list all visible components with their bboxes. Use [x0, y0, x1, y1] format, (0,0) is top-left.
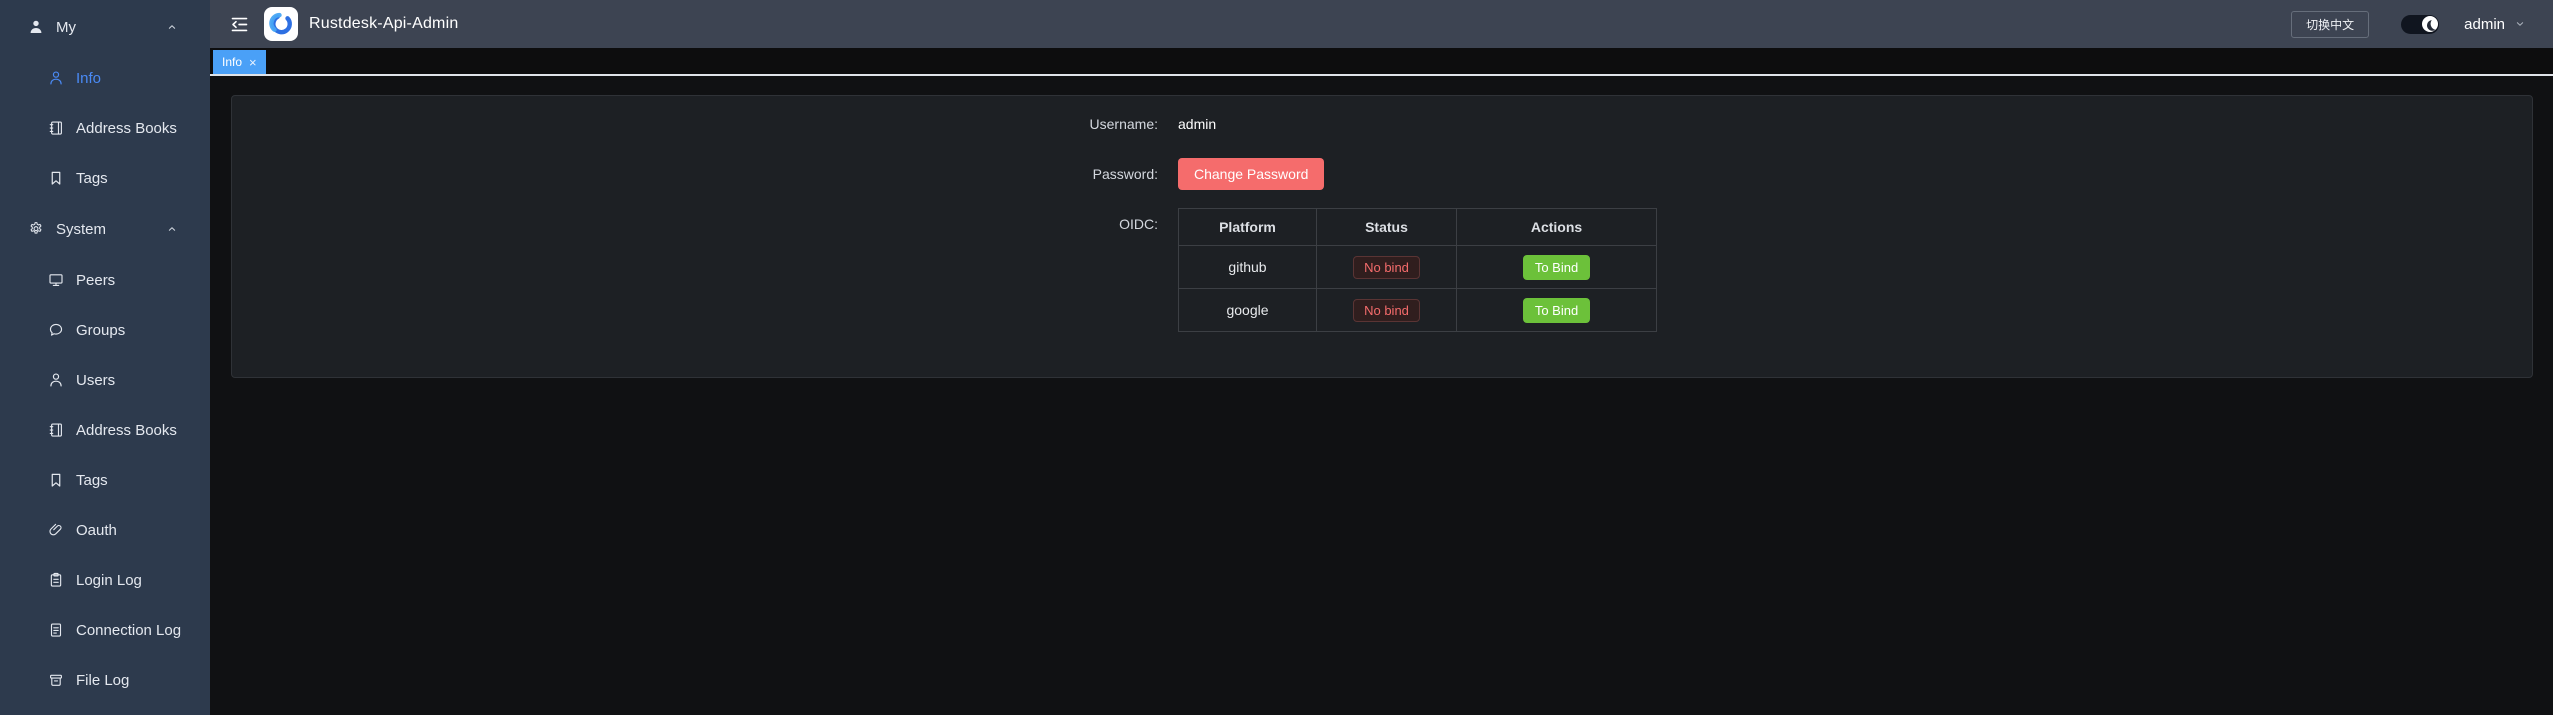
notebook-icon: [47, 421, 65, 439]
sidebar-section-label: My: [56, 19, 165, 36]
username-value: admin: [1178, 108, 1216, 140]
document-icon: [47, 621, 65, 639]
sidebar-item-connection-log[interactable]: Connection Log: [0, 605, 210, 655]
app-title: Rustdesk-Api-Admin: [309, 15, 458, 33]
oidc-col-platform: Platform: [1179, 209, 1317, 246]
sidebar-item-users[interactable]: Users: [0, 355, 210, 405]
tab-info[interactable]: Info ×: [213, 50, 266, 74]
oidc-table-header-row: Platform Status Actions: [1179, 209, 1657, 246]
sidebar-item-file-log[interactable]: File Log: [0, 655, 210, 705]
sidebar-section-system[interactable]: System: [0, 203, 210, 255]
username-label: Username:: [1088, 108, 1178, 140]
moon-icon: [2422, 16, 2438, 32]
tab-label: Info: [222, 55, 242, 69]
sidebar-item-label: Info: [76, 70, 190, 87]
info-card: Username: admin Password: Change Passwor…: [231, 95, 2533, 378]
table-row-github: github No bind To Bind: [1179, 246, 1657, 289]
sidebar-item-tags[interactable]: Tags: [0, 153, 210, 203]
gear-icon: [27, 220, 45, 238]
sidebar-item-label: Address Books: [76, 422, 190, 439]
sidebar-item-label: Tags: [76, 170, 190, 187]
sidebar-item-label: File Log: [76, 672, 190, 689]
bookmark-icon: [47, 169, 65, 187]
oidc-label: OIDC:: [1088, 208, 1178, 332]
sidebar-item-address-books-system[interactable]: Address Books: [0, 405, 210, 455]
content-area: Username: admin Password: Change Passwor…: [210, 76, 2553, 715]
oidc-table: Platform Status Actions github No bind: [1178, 208, 1657, 332]
to-bind-button-google[interactable]: To Bind: [1523, 298, 1590, 323]
dark-mode-toggle[interactable]: [2401, 15, 2439, 34]
actions-cell: To Bind: [1457, 246, 1657, 289]
password-label: Password:: [1088, 158, 1178, 190]
chevron-up-icon: [165, 20, 179, 34]
status-cell: No bind: [1317, 246, 1457, 289]
sidebar-item-oauth[interactable]: Oauth: [0, 505, 210, 555]
top-header: Rustdesk-Api-Admin 切换中文 admin: [210, 0, 2553, 48]
clipboard-icon: [47, 571, 65, 589]
paperclip-icon: [47, 521, 65, 539]
sidebar: My Info Address Books Tags System Peers …: [0, 0, 210, 715]
tab-bar: Info ×: [210, 48, 2553, 76]
actions-cell: To Bind: [1457, 289, 1657, 332]
platform-cell: google: [1179, 289, 1317, 332]
bookmark-icon: [47, 471, 65, 489]
user-name: admin: [2464, 16, 2505, 33]
notebook-icon: [47, 119, 65, 137]
sidebar-fold-icon[interactable]: [228, 13, 250, 35]
sidebar-item-label: Address Books: [76, 120, 190, 137]
sidebar-item-address-books[interactable]: Address Books: [0, 103, 210, 153]
monitor-icon: [47, 271, 65, 289]
oidc-col-actions: Actions: [1457, 209, 1657, 246]
sidebar-section-label: System: [56, 221, 165, 238]
main-column: Rustdesk-Api-Admin 切换中文 admin Info ×: [210, 0, 2553, 715]
sidebar-item-label: Peers: [76, 272, 190, 289]
sidebar-item-label: Connection Log: [76, 622, 190, 639]
switch-language-button[interactable]: 切换中文: [2291, 11, 2369, 38]
sidebar-item-label: Users: [76, 372, 190, 389]
user-filled-icon: [27, 18, 45, 36]
sidebar-item-label: Tags: [76, 472, 190, 489]
chat-bubble-icon: [47, 321, 65, 339]
to-bind-button-github[interactable]: To Bind: [1523, 255, 1590, 280]
sidebar-section-my[interactable]: My: [0, 1, 210, 53]
rustdesk-admin-app: My Info Address Books Tags System Peers …: [0, 0, 2553, 715]
tab-close-icon[interactable]: ×: [249, 56, 257, 69]
sidebar-item-label: Oauth: [76, 522, 190, 539]
account-info-form: Username: admin Password: Change Passwor…: [1088, 96, 1676, 332]
sidebar-item-peers[interactable]: Peers: [0, 255, 210, 305]
sidebar-item-login-log[interactable]: Login Log: [0, 555, 210, 605]
sidebar-item-groups[interactable]: Groups: [0, 305, 210, 355]
sidebar-item-label: Login Log: [76, 572, 190, 589]
username-row: Username: admin: [1088, 108, 1676, 140]
oidc-row: OIDC: Platform Status Actions: [1088, 208, 1676, 332]
table-row-google: google No bind To Bind: [1179, 289, 1657, 332]
rustdesk-logo: [264, 7, 298, 41]
sidebar-item-label: Groups: [76, 322, 190, 339]
user-icon: [47, 371, 65, 389]
user-icon: [47, 69, 65, 87]
status-cell: No bind: [1317, 289, 1457, 332]
platform-cell: github: [1179, 246, 1317, 289]
change-password-button[interactable]: Change Password: [1178, 158, 1324, 190]
sidebar-item-info[interactable]: Info: [0, 53, 210, 103]
sidebar-item-tags-system[interactable]: Tags: [0, 455, 210, 505]
password-row: Password: Change Password: [1088, 158, 1676, 190]
archive-box-icon: [47, 671, 65, 689]
oidc-col-status: Status: [1317, 209, 1457, 246]
user-menu[interactable]: admin: [2464, 16, 2527, 33]
status-badge: No bind: [1353, 256, 1420, 279]
status-badge: No bind: [1353, 299, 1420, 322]
chevron-down-icon: [2513, 17, 2527, 31]
chevron-up-icon: [165, 222, 179, 236]
